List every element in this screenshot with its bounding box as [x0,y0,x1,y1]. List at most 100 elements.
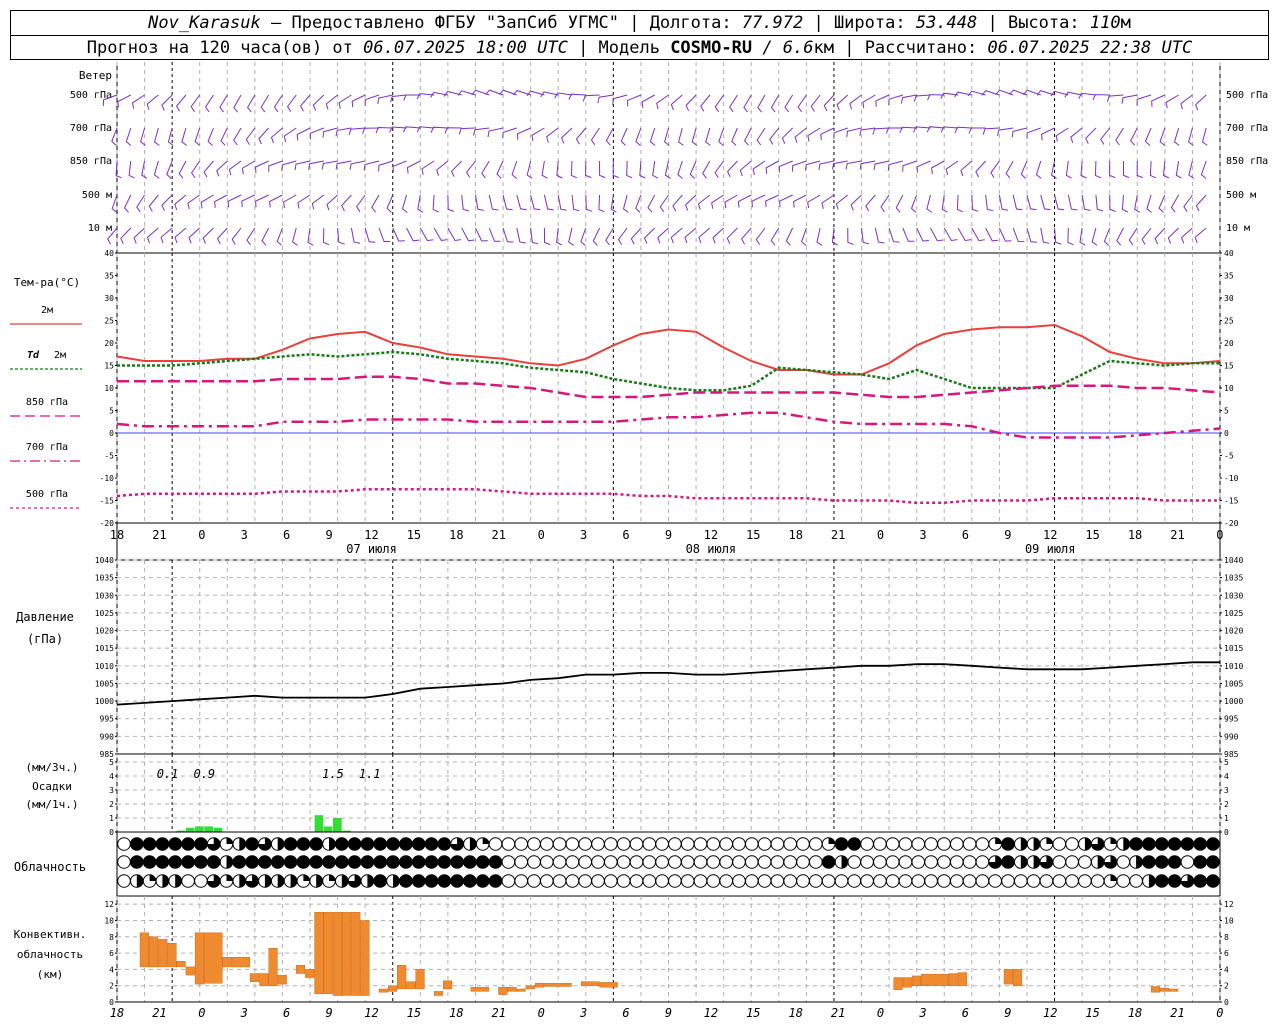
wind-barb [1054,194,1065,211]
wind-barb [227,194,242,208]
temp-tick-label: 40 [104,249,114,258]
cloud-symbol-circle [424,855,439,869]
cloud-symbol-circle [693,874,708,888]
cloud-symbol-fill [329,837,336,851]
wind-barb [214,194,228,208]
wind-barb [622,194,629,213]
cloud-symbol-circle [604,874,618,888]
temp-tick-label: 0 [109,429,114,438]
x-hour-label: 0 [538,528,545,542]
wind-barb [975,160,986,178]
cloud-symbol [1014,874,1028,888]
wind-barb [794,127,807,143]
cloud-symbol [975,874,990,888]
wind-barb [971,194,979,212]
cloud-symbol-circle [488,855,503,869]
cloud-symbol [629,874,644,888]
wind-level-label: 500 гПа [1226,90,1268,101]
wind-barbs [102,89,1208,246]
cloud-symbol-circle [655,837,669,851]
cloud-symbol-fill [1020,855,1028,869]
cloud-symbol-circle [745,874,759,888]
cloud-symbol-circle [937,837,951,851]
cloud-symbol [373,837,388,851]
cloud-symbol-circle [181,855,195,869]
wind-barb [378,160,393,172]
cloud-symbol-circle [757,837,772,851]
wind-barb [1078,92,1096,99]
wind-barb [620,127,628,146]
precip-tick-label: 1 [1224,814,1229,823]
cloud-symbol-circle [796,855,810,869]
temp-tick-label: -10 [1224,474,1239,483]
cloud-symbol [719,837,734,851]
wind-barb [656,94,669,110]
wind-barb [1149,160,1157,179]
cloud-symbol [1142,837,1156,851]
cloud-symbol-circle [796,874,810,888]
precip-tick-label: 2 [109,800,114,809]
cloud-symbol [411,874,426,888]
cloud-symbol-circle [450,855,464,869]
cloud-symbol [335,874,349,888]
cloud-symbol [322,874,336,888]
wind-barb [765,194,780,208]
wind-barb [258,127,270,145]
convective-tick-label: 2 [109,982,114,991]
cloud-symbol-circle [181,874,195,888]
cloud-symbol [232,855,247,869]
wind-barb [649,127,656,146]
wind-barb [270,127,283,144]
cloud-symbol [898,874,913,888]
cloud-symbol-circle [488,874,503,888]
wind-barb [630,227,642,245]
wind-barb [349,160,366,170]
wind-barb [755,227,766,245]
wind-barb [283,127,297,143]
wind-barb [945,160,959,176]
convective-bar [231,957,250,968]
pressure-tick-label: 995 [1224,715,1239,724]
cloud-symbol [130,837,144,851]
wind-barb [377,94,393,105]
wind-barb [797,94,807,113]
cloud-symbol [181,837,195,851]
wind-barb [765,160,780,174]
wind-barb [246,94,256,113]
wind-barb [1173,127,1180,146]
cloud-symbol-circle [322,855,336,869]
wind-barb [570,160,578,179]
precip-tick-label: 0 [1224,828,1229,837]
cloud-symbol-fill [226,837,233,844]
cloud-symbol-circle [411,874,426,888]
convective-bar [204,932,223,984]
cloud-symbol [168,874,182,888]
cloud-symbol [296,855,311,869]
x-hour-label-bottom: 0 [1216,1006,1223,1020]
wind-barb [511,160,518,179]
cloud-symbol-fill [1110,837,1117,844]
precip-tick-label: 5 [109,758,114,767]
wind-barb [689,160,697,179]
cloud-symbol-circle [270,855,285,869]
temp-tick-label: 15 [104,362,114,371]
wind-level-label: 500 м [82,190,112,201]
x-hour-label-bottom: 12 [364,1006,378,1020]
cloud-symbol [1078,874,1092,888]
temp-tick-label: -15 [1224,497,1239,506]
cloud-symbol [142,837,157,851]
wind-barb [757,94,766,113]
convective-tick-label: 12 [104,900,114,909]
cloud-symbol [296,837,311,851]
cloud-symbol-circle [1116,855,1131,869]
cloud-symbol [783,855,798,869]
cloud-symbol-circle [770,874,785,888]
cloud-symbol-circle [565,837,580,851]
wind-barb [530,227,539,245]
temp-tick-label: 25 [1224,317,1234,326]
convective-bar [911,975,921,986]
cloud-symbol-circle [642,874,657,888]
cloud-symbol [527,855,541,869]
x-date-label: 07 июля [346,542,397,556]
x-hour-label: 18 [788,528,802,542]
